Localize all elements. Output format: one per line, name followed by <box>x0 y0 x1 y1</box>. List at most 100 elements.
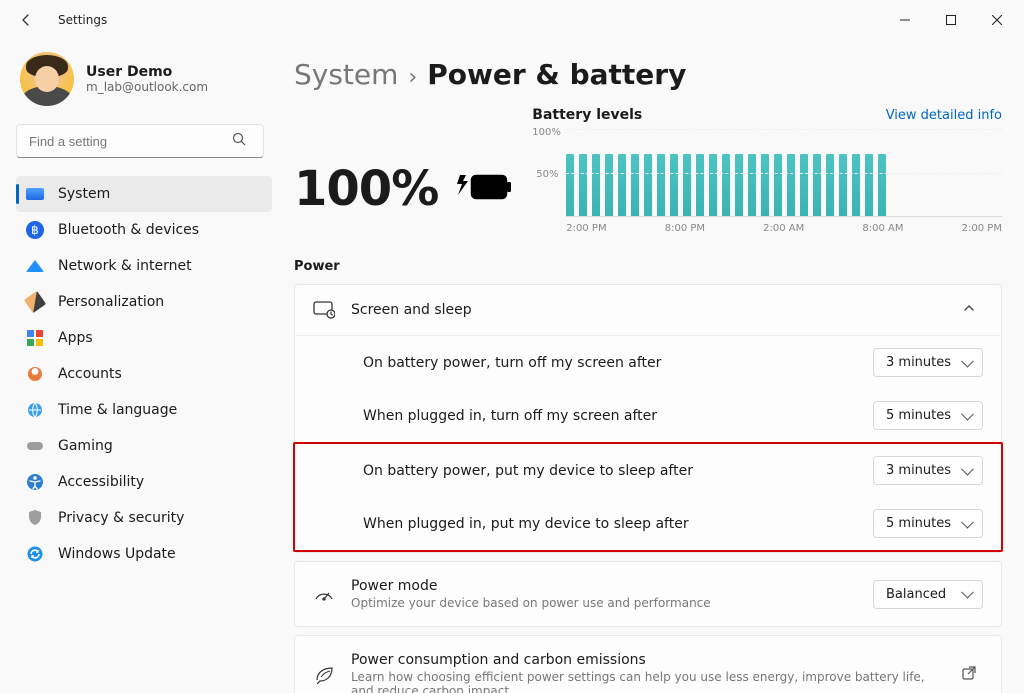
bluetooth-icon: ฿ <box>26 221 44 239</box>
shield-icon <box>26 509 44 527</box>
nav-item-gaming[interactable]: Gaming <box>16 428 272 464</box>
window-title: Settings <box>58 13 107 27</box>
sleep-battery-row: On battery power, put my device to sleep… <box>295 444 1001 497</box>
nav-item-network[interactable]: Network & internet <box>16 248 272 284</box>
chart-bar <box>748 154 756 216</box>
carbon-card[interactable]: Power consumption and carbon emissions L… <box>294 635 1002 693</box>
screen-off-plugged-row: When plugged in, turn off my screen afte… <box>295 389 1001 442</box>
power-mode-card[interactable]: Power mode Optimize your device based on… <box>294 561 1002 627</box>
screen-and-sleep-title: Screen and sleep <box>351 302 472 318</box>
sleep-rows-highlight: On battery power, put my device to sleep… <box>293 442 1003 552</box>
row-label: On battery power, put my device to sleep… <box>363 463 693 479</box>
nav-item-privacy[interactable]: Privacy & security <box>16 500 272 536</box>
nav-label: Gaming <box>58 438 113 454</box>
chart-bar <box>644 154 652 216</box>
chart-bar <box>878 154 886 216</box>
screen-off-plugged-select[interactable]: 5 minutes <box>873 401 983 430</box>
nav-item-apps[interactable]: Apps <box>16 320 272 356</box>
gamepad-icon <box>26 437 44 455</box>
nav-label: Accounts <box>58 366 122 382</box>
battery-chart[interactable]: 100% 50% 2:00 PM 8:00 PM 2:00 AM 8:00 AM… <box>532 129 1002 249</box>
sync-icon <box>26 545 44 563</box>
user-profile[interactable]: User Demo m_lab@outlook.com <box>16 46 272 124</box>
nav-item-system[interactable]: System <box>16 176 272 212</box>
power-mode-subtitle: Optimize your device based on power use … <box>351 596 857 610</box>
chart-bar <box>670 154 678 216</box>
x-tick: 2:00 PM <box>962 223 1002 234</box>
close-button[interactable] <box>974 4 1020 36</box>
user-name: User Demo <box>86 64 208 80</box>
nav-item-accessibility[interactable]: Accessibility <box>16 464 272 500</box>
chart-bar <box>579 154 587 216</box>
y-tick-50: 50% <box>536 169 558 180</box>
page-title: Power & battery <box>427 58 686 91</box>
accessibility-icon <box>26 473 44 491</box>
power-mode-select[interactable]: Balanced <box>873 580 983 609</box>
sleep-plugged-row: When plugged in, put my device to sleep … <box>295 497 1001 550</box>
battery-percent: 100% <box>294 161 438 217</box>
chart-bar <box>787 154 795 216</box>
row-label: When plugged in, put my device to sleep … <box>363 516 689 532</box>
x-tick: 2:00 PM <box>566 223 606 234</box>
chart-bar <box>839 154 847 216</box>
breadcrumb-system[interactable]: System <box>294 58 398 91</box>
user-email: m_lab@outlook.com <box>86 80 208 94</box>
screen-and-sleep-card: Screen and sleep On battery power, turn … <box>294 284 1002 553</box>
nav-label: System <box>58 186 110 202</box>
search-box <box>16 124 268 158</box>
sidebar: User Demo m_lab@outlook.com System ฿ Blu… <box>0 40 282 693</box>
carbon-subtitle: Learn how choosing efficient power setti… <box>351 670 939 693</box>
system-icon <box>26 185 44 203</box>
chart-bar <box>566 154 574 216</box>
open-external-icon <box>955 665 983 685</box>
nav-label: Network & internet <box>58 258 192 274</box>
chart-bar <box>592 154 600 216</box>
view-detailed-info-link[interactable]: View detailed info <box>886 108 1002 123</box>
nav-label: Privacy & security <box>58 510 184 526</box>
carbon-title: Power consumption and carbon emissions <box>351 652 939 668</box>
nav-label: Windows Update <box>58 546 176 562</box>
nav-item-personalization[interactable]: Personalization <box>16 284 272 320</box>
chart-bar <box>800 154 808 216</box>
nav-item-bluetooth[interactable]: ฿ Bluetooth & devices <box>16 212 272 248</box>
nav-item-time[interactable]: Time & language <box>16 392 272 428</box>
power-section-label: Power <box>294 259 1002 274</box>
chart-bar <box>735 154 743 216</box>
chart-bar <box>813 154 821 216</box>
screen-icon <box>313 301 335 319</box>
row-label: When plugged in, turn off my screen afte… <box>363 408 657 424</box>
screen-off-battery-row: On battery power, turn off my screen aft… <box>295 336 1001 389</box>
nav-item-update[interactable]: Windows Update <box>16 536 272 572</box>
avatar <box>20 52 74 106</box>
wifi-icon <box>26 257 44 275</box>
screen-off-battery-select[interactable]: 3 minutes <box>873 348 983 377</box>
x-tick: 8:00 PM <box>665 223 705 234</box>
apps-icon <box>26 329 44 347</box>
back-button[interactable] <box>10 4 42 36</box>
sleep-battery-select[interactable]: 3 minutes <box>873 456 983 485</box>
leaf-icon <box>313 665 335 685</box>
chart-bar <box>618 154 626 216</box>
maximize-button[interactable] <box>928 4 974 36</box>
nav-label: Bluetooth & devices <box>58 222 199 238</box>
screen-and-sleep-header[interactable]: Screen and sleep <box>295 285 1001 335</box>
sleep-plugged-select[interactable]: 5 minutes <box>873 509 983 538</box>
chart-bar <box>683 154 691 216</box>
chart-bar <box>631 154 639 216</box>
minimize-button[interactable] <box>882 4 928 36</box>
chart-bar <box>722 154 730 216</box>
main-content: System › Power & battery 100% Battery le… <box>282 40 1024 693</box>
chart-bar <box>709 154 717 216</box>
search-input[interactable] <box>16 124 264 158</box>
chart-bar <box>657 154 665 216</box>
breadcrumb: System › Power & battery <box>294 58 1002 91</box>
chart-bar <box>852 154 860 216</box>
chevron-right-icon: › <box>408 65 417 90</box>
y-tick-100: 100% <box>532 127 561 138</box>
nav-item-accounts[interactable]: Accounts <box>16 356 272 392</box>
accounts-icon <box>26 365 44 383</box>
power-mode-title: Power mode <box>351 578 857 594</box>
nav-label: Apps <box>58 330 93 346</box>
chart-bar <box>774 154 782 216</box>
nav-label: Accessibility <box>58 474 144 490</box>
